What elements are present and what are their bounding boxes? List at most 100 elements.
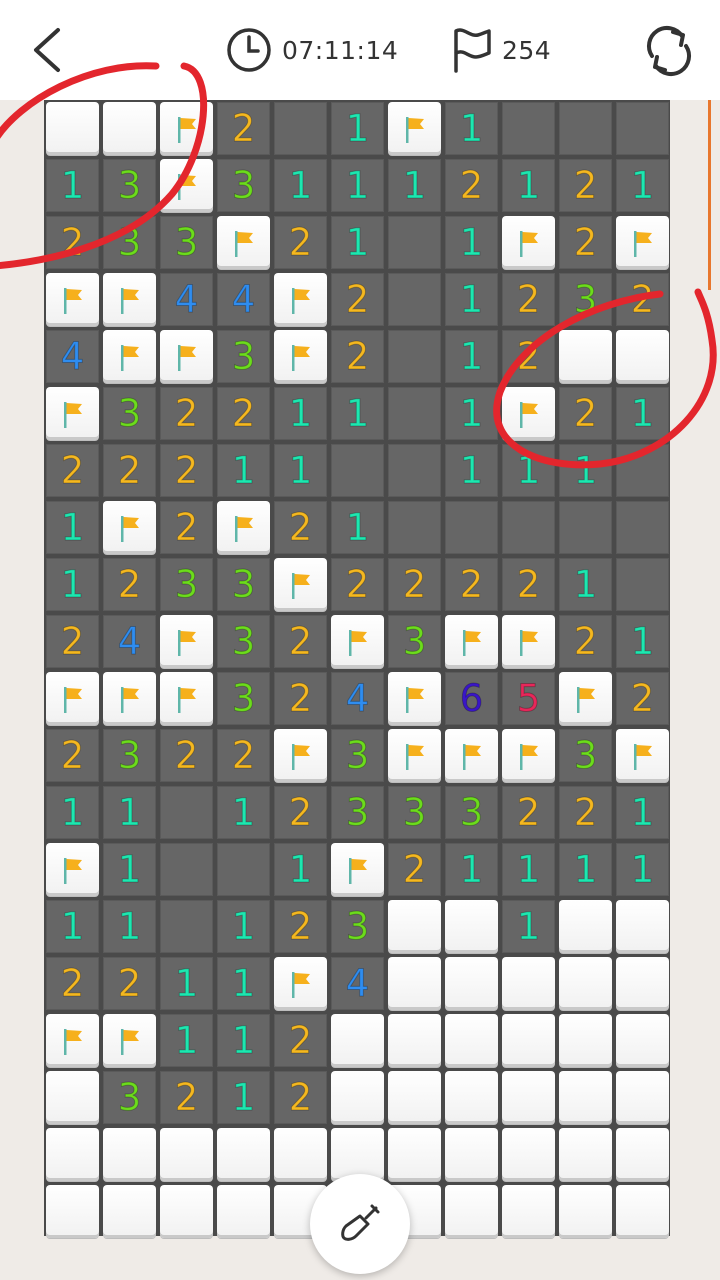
cell-number[interactable]: 1 <box>46 159 99 212</box>
cell-number[interactable]: 1 <box>46 786 99 839</box>
cell-unrevealed[interactable] <box>616 330 669 383</box>
cell-revealed-empty[interactable] <box>388 444 441 497</box>
cell-unrevealed[interactable] <box>331 1014 384 1067</box>
cell-number[interactable]: 2 <box>274 672 327 725</box>
cell-number[interactable]: 3 <box>217 615 270 668</box>
cell-flagged[interactable] <box>103 1014 156 1067</box>
cell-unrevealed[interactable] <box>46 102 99 155</box>
cell-unrevealed[interactable] <box>502 957 555 1010</box>
cell-unrevealed[interactable] <box>616 1014 669 1067</box>
cell-number[interactable]: 3 <box>103 729 156 782</box>
cell-revealed-empty[interactable] <box>445 501 498 554</box>
cell-unrevealed[interactable] <box>388 900 441 953</box>
cell-number[interactable]: 2 <box>616 672 669 725</box>
cell-number[interactable]: 3 <box>217 330 270 383</box>
cell-number[interactable]: 2 <box>160 501 213 554</box>
cell-flagged[interactable] <box>160 330 213 383</box>
cell-unrevealed[interactable] <box>46 1071 99 1124</box>
cell-flagged[interactable] <box>616 729 669 782</box>
cell-number[interactable]: 2 <box>616 273 669 326</box>
cell-number[interactable]: 2 <box>559 387 612 440</box>
cell-number[interactable]: 2 <box>331 558 384 611</box>
cell-flagged[interactable] <box>160 672 213 725</box>
cell-flagged[interactable] <box>103 273 156 326</box>
cell-number[interactable]: 1 <box>217 1071 270 1124</box>
cell-revealed-empty[interactable] <box>559 501 612 554</box>
cell-number[interactable]: 1 <box>616 159 669 212</box>
cell-unrevealed[interactable] <box>103 1185 156 1238</box>
cell-number[interactable]: 1 <box>559 558 612 611</box>
cell-number[interactable]: 2 <box>445 159 498 212</box>
cell-number[interactable]: 1 <box>616 786 669 839</box>
cell-revealed-empty[interactable] <box>616 102 669 155</box>
cell-number[interactable]: 1 <box>217 957 270 1010</box>
cell-number[interactable]: 2 <box>274 900 327 953</box>
cell-number[interactable]: 1 <box>445 330 498 383</box>
cell-unrevealed[interactable] <box>559 1014 612 1067</box>
cell-number[interactable]: 3 <box>160 216 213 269</box>
cell-number[interactable]: 3 <box>160 558 213 611</box>
cell-revealed-empty[interactable] <box>616 444 669 497</box>
cell-number[interactable]: 4 <box>103 615 156 668</box>
cell-revealed-empty[interactable] <box>331 444 384 497</box>
cell-number[interactable]: 2 <box>160 387 213 440</box>
cell-number[interactable]: 2 <box>160 729 213 782</box>
cell-unrevealed[interactable] <box>46 1185 99 1238</box>
cell-number[interactable]: 2 <box>103 444 156 497</box>
cell-number[interactable]: 2 <box>445 558 498 611</box>
cell-revealed-empty[interactable] <box>160 843 213 896</box>
cell-flagged[interactable] <box>46 843 99 896</box>
cell-number[interactable]: 2 <box>274 615 327 668</box>
cell-unrevealed[interactable] <box>559 957 612 1010</box>
cell-revealed-empty[interactable] <box>388 387 441 440</box>
cell-number[interactable]: 4 <box>160 273 213 326</box>
cell-number[interactable]: 1 <box>445 843 498 896</box>
cell-unrevealed[interactable] <box>502 1128 555 1181</box>
cell-unrevealed[interactable] <box>559 1071 612 1124</box>
cell-flagged[interactable] <box>502 615 555 668</box>
cell-number[interactable]: 2 <box>160 1071 213 1124</box>
cell-number[interactable]: 4 <box>331 672 384 725</box>
cell-revealed-empty[interactable] <box>616 501 669 554</box>
cell-unrevealed[interactable] <box>160 1128 213 1181</box>
cell-number[interactable]: 2 <box>103 558 156 611</box>
cell-number[interactable]: 1 <box>502 900 555 953</box>
cell-number[interactable]: 3 <box>217 672 270 725</box>
cell-number[interactable]: 1 <box>388 159 441 212</box>
cell-flagged[interactable] <box>445 729 498 782</box>
cell-flagged[interactable] <box>274 729 327 782</box>
cell-number[interactable]: 6 <box>445 672 498 725</box>
cell-number[interactable]: 2 <box>559 216 612 269</box>
cell-number[interactable]: 1 <box>445 102 498 155</box>
cell-flagged[interactable] <box>445 615 498 668</box>
cell-unrevealed[interactable] <box>46 1128 99 1181</box>
cell-unrevealed[interactable] <box>103 102 156 155</box>
cell-unrevealed[interactable] <box>217 1128 270 1181</box>
cell-number[interactable]: 1 <box>217 444 270 497</box>
cell-number[interactable]: 3 <box>103 159 156 212</box>
cell-number[interactable]: 1 <box>160 1014 213 1067</box>
cell-flagged[interactable] <box>502 216 555 269</box>
cell-unrevealed[interactable] <box>217 1185 270 1238</box>
cell-revealed-empty[interactable] <box>559 102 612 155</box>
cell-number[interactable]: 2 <box>502 786 555 839</box>
cell-flagged[interactable] <box>274 273 327 326</box>
cell-number[interactable]: 1 <box>559 843 612 896</box>
cell-revealed-empty[interactable] <box>502 501 555 554</box>
cell-number[interactable]: 3 <box>445 786 498 839</box>
cell-number[interactable]: 1 <box>46 900 99 953</box>
cell-number[interactable]: 1 <box>274 159 327 212</box>
cell-number[interactable]: 1 <box>331 159 384 212</box>
cell-flagged[interactable] <box>274 957 327 1010</box>
cell-unrevealed[interactable] <box>445 900 498 953</box>
cell-number[interactable]: 5 <box>502 672 555 725</box>
cell-number[interactable]: 3 <box>388 786 441 839</box>
cell-flagged[interactable] <box>274 330 327 383</box>
cell-unrevealed[interactable] <box>388 957 441 1010</box>
cell-unrevealed[interactable] <box>559 330 612 383</box>
cell-revealed-empty[interactable] <box>160 786 213 839</box>
cell-number[interactable]: 2 <box>46 957 99 1010</box>
cell-number[interactable]: 3 <box>217 558 270 611</box>
cell-number[interactable]: 2 <box>502 273 555 326</box>
cell-flagged[interactable] <box>46 672 99 725</box>
